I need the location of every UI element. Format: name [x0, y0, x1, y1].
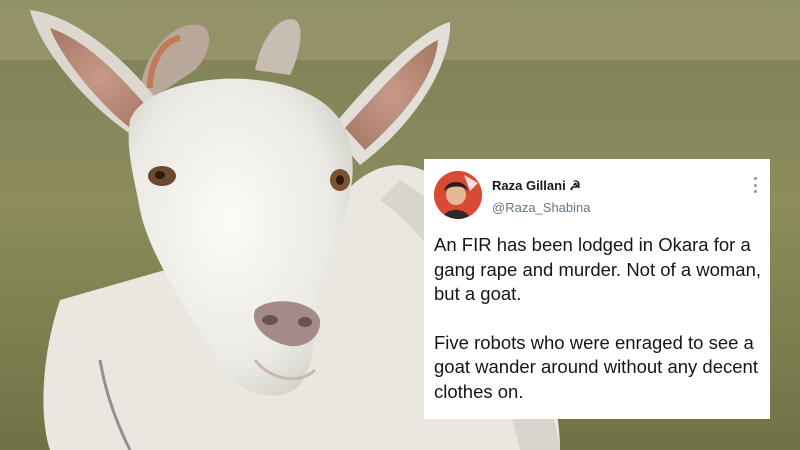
avatar-image	[434, 171, 482, 219]
tweet-card[interactable]: Raza Gillani ☭ @Raza_Shabina An FIR has …	[424, 159, 770, 419]
tweet-paragraph-2: Five robots who were enraged to see a go…	[434, 331, 758, 402]
more-options-icon[interactable]	[752, 177, 758, 193]
username[interactable]: @Raza_Shabina	[492, 200, 590, 215]
display-name[interactable]: Raza Gillani ☭	[492, 178, 581, 194]
tweet-text: An FIR has been lodged in Okara for a ga…	[434, 233, 764, 404]
avatar[interactable]	[434, 171, 482, 219]
tweet-paragraph-1: An FIR has been lodged in Okara for a ga…	[434, 234, 762, 304]
